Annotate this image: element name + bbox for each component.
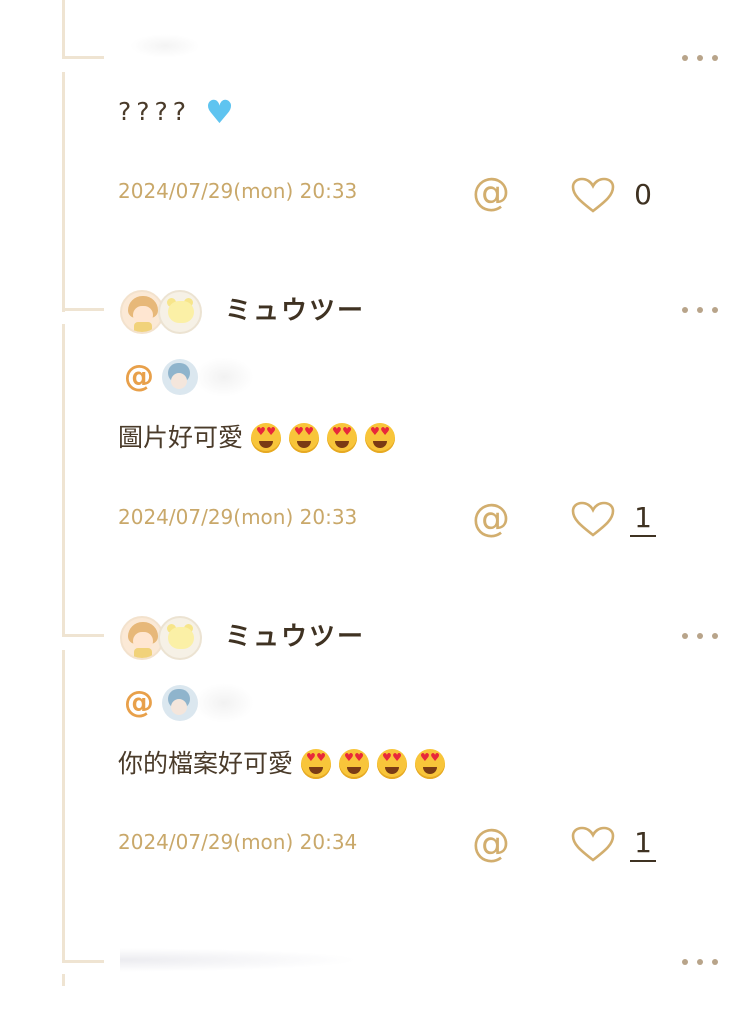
heart-eyes-emoji-icon (377, 749, 408, 779)
heart-eyes-emoji-icon (339, 749, 370, 779)
more-options-button[interactable] (682, 305, 718, 315)
like-button[interactable]: 0 (570, 176, 656, 214)
more-options-button[interactable] (682, 957, 718, 967)
mention-tag[interactable]: @ (124, 357, 254, 397)
thread-line (62, 72, 65, 312)
reply-mention-button[interactable]: @ (472, 823, 510, 863)
dot-icon (682, 633, 688, 639)
dot-icon (712, 307, 718, 313)
like-count[interactable]: 1 (630, 501, 656, 537)
heart-eyes-emoji-icon (327, 423, 358, 453)
dot-icon (712, 633, 718, 639)
reply-mention-button[interactable]: @ (472, 498, 510, 538)
like-count: 0 (634, 178, 652, 211)
mentioned-user-avatar (162, 359, 198, 395)
obscured-mention-name (194, 357, 254, 397)
obscured-next-comment (120, 946, 400, 974)
dot-icon (697, 959, 703, 965)
mention-tag[interactable]: @ (124, 683, 254, 723)
username[interactable]: ミュウツー (225, 622, 365, 652)
mention-at-symbol: @ (124, 359, 154, 394)
obscured-mention-name (194, 683, 254, 723)
thread-line (62, 324, 65, 636)
thread-branch (62, 56, 104, 59)
user-avatars[interactable] (120, 616, 202, 660)
thread-line (62, 0, 65, 58)
like-count[interactable]: 1 (630, 826, 656, 862)
heart-eyes-emoji-icon (251, 423, 282, 453)
comment-text: 圖片好可愛 (118, 422, 396, 454)
heart-eyes-emoji-icon (301, 749, 332, 779)
dot-icon (682, 959, 688, 965)
obscured-username (130, 34, 200, 58)
user-avatars[interactable] (120, 290, 202, 334)
heart-outline-icon (571, 826, 615, 862)
comment-timestamp: 2024/07/29(mon) 20:33 (118, 505, 358, 529)
mention-at-symbol: @ (124, 685, 154, 720)
thread-line (62, 974, 65, 986)
like-button[interactable]: 1 (570, 825, 656, 863)
avatar (158, 290, 202, 334)
blue-heart-icon: ♥ (205, 93, 234, 131)
reply-mention-button[interactable]: @ (472, 172, 510, 212)
heart-eyes-emoji-icon (415, 749, 446, 779)
dot-icon (682, 55, 688, 61)
thread-branch (62, 634, 104, 637)
dot-icon (712, 55, 718, 61)
comment-text: ???? ♥ (118, 93, 234, 131)
dot-icon (697, 307, 703, 313)
comment-timestamp: 2024/07/29(mon) 20:33 (118, 179, 358, 203)
more-options-button[interactable] (682, 53, 718, 63)
like-button[interactable]: 1 (570, 500, 656, 538)
dot-icon (697, 633, 703, 639)
thread-line (62, 650, 65, 962)
avatar (158, 616, 202, 660)
more-options-button[interactable] (682, 631, 718, 641)
username[interactable]: ミュウツー (225, 296, 365, 326)
heart-outline-icon (571, 177, 615, 213)
comment-timestamp: 2024/07/29(mon) 20:34 (118, 830, 358, 854)
thread-branch (62, 960, 104, 963)
heart-outline-icon (571, 501, 615, 537)
thread-branch (62, 308, 104, 311)
dot-icon (682, 307, 688, 313)
dot-icon (697, 55, 703, 61)
heart-eyes-emoji-icon (365, 423, 396, 453)
comment-text: 你的檔案好可愛 (118, 748, 446, 780)
heart-eyes-emoji-icon (289, 423, 320, 453)
dot-icon (712, 959, 718, 965)
mentioned-user-avatar (162, 685, 198, 721)
